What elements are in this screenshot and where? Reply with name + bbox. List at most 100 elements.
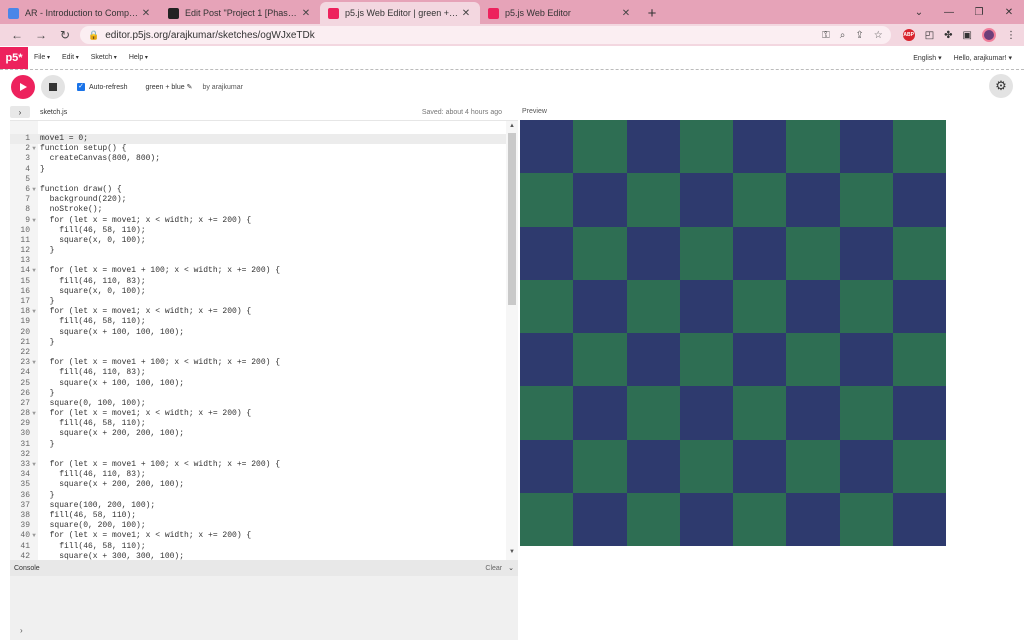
fold-marker-icon[interactable]: [30, 521, 38, 531]
reload-icon[interactable]: ↻: [56, 28, 74, 42]
fold-marker-icon[interactable]: [30, 154, 38, 164]
share-icon[interactable]: ⇪: [855, 30, 863, 41]
tab-close-icon[interactable]: ✕: [620, 8, 632, 19]
code-line[interactable]: 22: [10, 348, 506, 358]
menu-file[interactable]: File: [34, 54, 50, 61]
code-line[interactable]: 20 square(x + 100, 100, 100);: [10, 328, 506, 338]
forward-icon[interactable]: →: [32, 28, 50, 42]
code-line[interactable]: 30 square(x + 200, 200, 100);: [10, 429, 506, 439]
fold-marker-icon[interactable]: [30, 440, 38, 450]
console-collapse-icon[interactable]: ⌄: [508, 564, 514, 572]
code-line[interactable]: 12 }: [10, 246, 506, 256]
back-icon[interactable]: ←: [8, 28, 26, 42]
code-line[interactable]: 23 ▼ for (let x = move1 + 100; x < width;…: [10, 358, 506, 368]
tab-search-icon[interactable]: ⌄: [904, 7, 934, 18]
tab-close-icon[interactable]: ✕: [300, 8, 312, 19]
code-line[interactable]: 37 square(100, 200, 100);: [10, 501, 506, 511]
browser-tab[interactable]: p5.js Web Editor | green + blue ✕: [320, 2, 480, 24]
code-line[interactable]: 32: [10, 450, 506, 460]
console-clear-button[interactable]: Clear: [485, 565, 502, 572]
code-line[interactable]: 8 noStroke();: [10, 205, 506, 215]
code-line[interactable]: 26 }: [10, 389, 506, 399]
code-line[interactable]: 16 square(x, 0, 100);: [10, 287, 506, 297]
fold-marker-icon[interactable]: ▼: [30, 358, 38, 368]
key-icon[interactable]: ⚿: [822, 30, 830, 41]
puzzle-icon[interactable]: ✤: [944, 30, 952, 41]
scroll-up-icon[interactable]: ▲: [508, 123, 516, 129]
sketch-name[interactable]: green + blue ✎: [146, 83, 193, 91]
code-editor[interactable]: 1 move1 = 0; 2 ▼ function setup() {3 createC…: [10, 120, 518, 560]
fold-marker-icon[interactable]: [30, 501, 38, 511]
fold-marker-icon[interactable]: ▼: [30, 185, 38, 195]
kebab-menu-icon[interactable]: ⋮: [1006, 30, 1016, 41]
p5-logo[interactable]: p5*: [0, 46, 28, 69]
code-line[interactable]: 18 ▼ for (let x = move1; x < width; x += …: [10, 307, 506, 317]
fold-marker-icon[interactable]: [30, 491, 38, 501]
code-line[interactable]: 34 fill(46, 110, 83);: [10, 470, 506, 480]
auto-refresh-toggle[interactable]: ✓ Auto-refresh: [77, 83, 128, 91]
lock-icon[interactable]: 🔒: [88, 30, 99, 41]
code-line[interactable]: 11 square(x, 0, 100);: [10, 236, 506, 246]
console-body[interactable]: ›: [10, 576, 518, 640]
code-line[interactable]: 24 fill(46, 110, 83);: [10, 368, 506, 378]
user-menu[interactable]: Hello, arajkumar! ▾: [954, 54, 1012, 62]
address-bar[interactable]: 🔒 editor.p5js.org/arajkumar/sketches/ogW…: [80, 26, 891, 44]
code-line[interactable]: 21 }: [10, 338, 506, 348]
code-line[interactable]: 9 ▼ for (let x = move1; x < width; x += 2…: [10, 216, 506, 226]
code-line[interactable]: 29 fill(46, 58, 110);: [10, 419, 506, 429]
fold-marker-icon[interactable]: [30, 338, 38, 348]
fold-marker-icon[interactable]: [30, 297, 38, 307]
fold-marker-icon[interactable]: [30, 205, 38, 215]
code-line[interactable]: 36 }: [10, 491, 506, 501]
tab-close-icon[interactable]: ✕: [140, 8, 152, 19]
settings-gear-icon[interactable]: ⚙: [989, 74, 1013, 98]
sidebar-toggle-icon[interactable]: ›: [10, 106, 30, 118]
fold-marker-icon[interactable]: ▼: [30, 409, 38, 419]
restore-icon[interactable]: ❐: [964, 7, 994, 18]
code-line[interactable]: 10 fill(46, 58, 110);: [10, 226, 506, 236]
fold-marker-icon[interactable]: [30, 511, 38, 521]
fold-marker-icon[interactable]: [30, 328, 38, 338]
code-line[interactable]: 6 ▼ function draw() {: [10, 185, 506, 195]
fold-marker-icon[interactable]: [30, 480, 38, 490]
fold-marker-icon[interactable]: [30, 470, 38, 480]
code-line[interactable]: 7 background(220);: [10, 195, 506, 205]
menu-sketch[interactable]: Sketch: [91, 54, 117, 61]
scrollbar-thumb[interactable]: [508, 133, 516, 305]
language-select[interactable]: English ▾: [913, 54, 941, 62]
fold-marker-icon[interactable]: [30, 429, 38, 439]
adblock-icon[interactable]: ABP: [902, 29, 915, 41]
fold-marker-icon[interactable]: [30, 287, 38, 297]
code-line[interactable]: 33 ▼ for (let x = move1 + 100; x < width;…: [10, 460, 506, 470]
browser-tab[interactable]: p5.js Web Editor ✕: [480, 2, 640, 24]
auto-refresh-checkbox[interactable]: ✓: [77, 83, 85, 91]
scroll-down-icon[interactable]: ▼: [508, 549, 516, 555]
code-line[interactable]: 4}: [10, 165, 506, 175]
fold-marker-icon[interactable]: ▼: [30, 460, 38, 470]
minimize-icon[interactable]: —: [934, 7, 964, 18]
menu-edit[interactable]: Edit: [62, 54, 79, 61]
fold-marker-icon[interactable]: [30, 379, 38, 389]
profile-avatar[interactable]: [982, 28, 996, 42]
browser-tab[interactable]: AR - Introduction to Computatio ✕: [0, 2, 160, 24]
preview-canvas[interactable]: [520, 120, 946, 546]
fold-marker-icon[interactable]: ▼: [30, 307, 38, 317]
code-line[interactable]: 5: [10, 175, 506, 185]
fold-marker-icon[interactable]: [30, 134, 38, 144]
fold-marker-icon[interactable]: [30, 368, 38, 378]
editor-scrollbar[interactable]: ▲ ▼: [506, 121, 518, 560]
fold-marker-icon[interactable]: [30, 419, 38, 429]
window-close-icon[interactable]: ✕: [994, 7, 1024, 18]
stop-button[interactable]: [41, 75, 65, 99]
new-tab-button[interactable]: +: [640, 2, 664, 24]
code-line[interactable]: 25 square(x + 100, 100, 100);: [10, 379, 506, 389]
fold-marker-icon[interactable]: [30, 195, 38, 205]
code-line[interactable]: 35 square(x + 200, 200, 100);: [10, 480, 506, 490]
fold-marker-icon[interactable]: [30, 552, 38, 560]
code-line[interactable]: 13: [10, 256, 506, 266]
code-line[interactable]: 2 ▼ function setup() {: [10, 144, 506, 154]
sidepanel-icon[interactable]: ▣: [963, 30, 972, 41]
code-line[interactable]: 17 }: [10, 297, 506, 307]
code-line[interactable]: 19 fill(46, 58, 110);: [10, 317, 506, 327]
bookmark-star-icon[interactable]: ☆: [874, 30, 883, 41]
